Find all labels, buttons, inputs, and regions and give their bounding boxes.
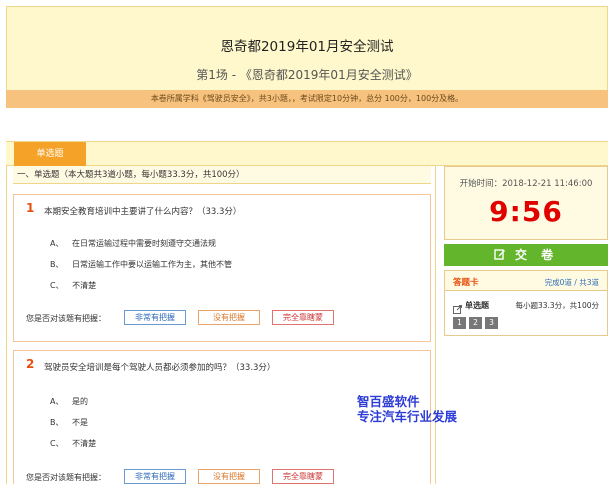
question-jump-2[interactable]: 2 — [469, 317, 482, 329]
edit-icon — [494, 248, 515, 262]
question-jump-3[interactable]: 3 — [485, 317, 498, 329]
option-text: 不是 — [72, 418, 89, 427]
option-text: 不清楚 — [72, 439, 97, 448]
question-text: 驾驶员安全培训是每个驾驶人员都必须参加的吗？（33.3分） — [44, 363, 276, 373]
external-link-icon — [453, 299, 462, 314]
option-text: 不清楚 — [72, 281, 97, 290]
option-b[interactable]: B、 日常运输工作中要以运输工作为主，其他不管 — [50, 259, 232, 270]
watermark: 智百盛软件 专注汽车行业发展 — [357, 394, 457, 424]
option-letter: A、 — [50, 397, 64, 406]
option-a[interactable]: A、 在日常运输过程中需要时刻遵守交通法规 — [50, 238, 216, 249]
answer-card-score: 每小题33.3分，共100分 — [515, 301, 599, 310]
option-a[interactable]: A、 是的 — [50, 396, 88, 407]
section-header: 一、单选题（本大题共3道小题，每小题33.3分，共100分） — [13, 166, 431, 184]
option-letter: A、 — [50, 239, 64, 248]
guessing-button[interactable]: 完全靠瞎蒙 — [272, 469, 334, 484]
watermark-line-2: 专注汽车行业发展 — [357, 409, 458, 424]
question-text: 本期安全教育培训中主要讲了什么内容？（33.3分） — [44, 207, 242, 217]
answer-card-header: 答题卡 完成0道 / 共3道 — [445, 271, 607, 291]
timer-panel: 开始时间：2018-12-21 11:46:00 9:56 — [444, 166, 608, 240]
option-c[interactable]: C、 不清楚 — [50, 438, 96, 449]
question-number: 2 — [26, 357, 35, 371]
countdown-timer: 9:56 — [489, 195, 563, 228]
option-letter: B、 — [50, 260, 64, 269]
option-text: 是的 — [72, 397, 89, 406]
not-confident-button[interactable]: 没有把握 — [198, 310, 260, 325]
answer-progress: 完成0道 / 共3道 — [544, 278, 599, 287]
option-letter: C、 — [50, 439, 64, 448]
exam-title: 恩奇都2019年01月安全测试 — [220, 39, 394, 55]
answer-card-type: 单选题 — [465, 301, 489, 310]
option-text: 日常运输工作中要以运输工作为主，其他不管 — [72, 260, 233, 269]
confidence-label: 您是否对该题有把握： — [26, 473, 106, 482]
option-c[interactable]: C、 不清楚 — [50, 280, 96, 291]
not-confident-button[interactable]: 没有把握 — [198, 469, 260, 484]
very-confident-button[interactable]: 非常有把握 — [124, 310, 186, 325]
question-jump-1[interactable]: 1 — [453, 317, 466, 329]
submit-button[interactable]: 交 卷 — [444, 244, 608, 266]
exam-notice: 本卷所属学科《驾驶员安全》，共3小题，，考试限定10分钟，总分 100分，100… — [6, 90, 608, 108]
option-letter: C、 — [50, 281, 64, 290]
answer-card: 答题卡 完成0道 / 共3道 单选题 每小题33.3分，共100分 1 2 3 — [444, 270, 608, 336]
question-card: 1 本期安全教育培训中主要讲了什么内容？（33.3分） A、 在日常运输过程中需… — [13, 194, 431, 342]
guessing-button[interactable]: 完全靠瞎蒙 — [272, 310, 334, 325]
very-confident-button[interactable]: 非常有把握 — [124, 469, 186, 484]
question-panel: 一、单选题（本大题共3道小题，每小题33.3分，共100分） 1 本期安全教育培… — [6, 166, 436, 484]
question-number: 1 — [26, 201, 35, 215]
start-time: 开始时间：2018-12-21 11:46:00 — [459, 179, 593, 189]
tab-single-choice[interactable]: 单选题 — [14, 142, 86, 166]
option-b[interactable]: B、 不是 — [50, 417, 88, 428]
confidence-label: 您是否对该题有把握： — [26, 314, 106, 323]
watermark-line-1: 智百盛软件 — [357, 394, 420, 409]
option-letter: B、 — [50, 418, 64, 427]
submit-label: 交 卷 — [515, 248, 559, 262]
answer-card-title: 答题卡 — [453, 278, 479, 288]
session-title: 第1场 - 《恩奇都2019年01月安全测试》 — [196, 68, 418, 82]
option-text: 在日常运输过程中需要时刻遵守交通法规 — [72, 239, 217, 248]
question-type-tabs: 单选题 — [6, 141, 608, 166]
